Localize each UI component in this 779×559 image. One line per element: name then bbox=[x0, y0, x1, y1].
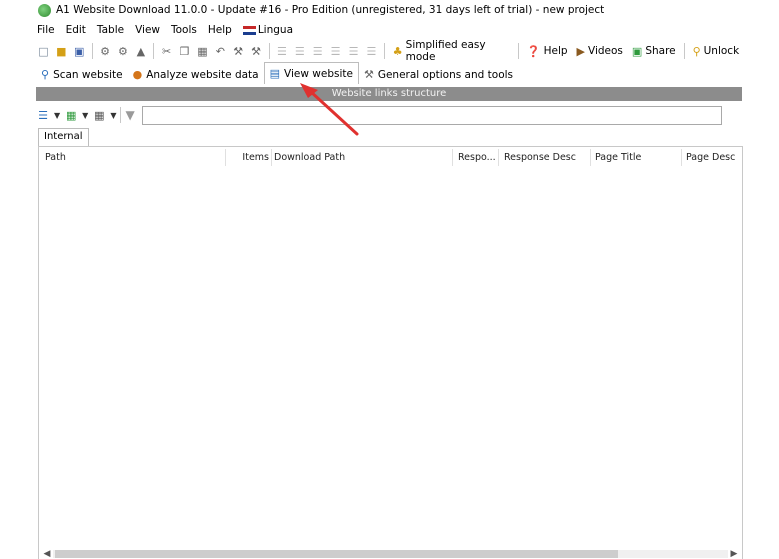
annotation-arrow bbox=[300, 83, 359, 136]
